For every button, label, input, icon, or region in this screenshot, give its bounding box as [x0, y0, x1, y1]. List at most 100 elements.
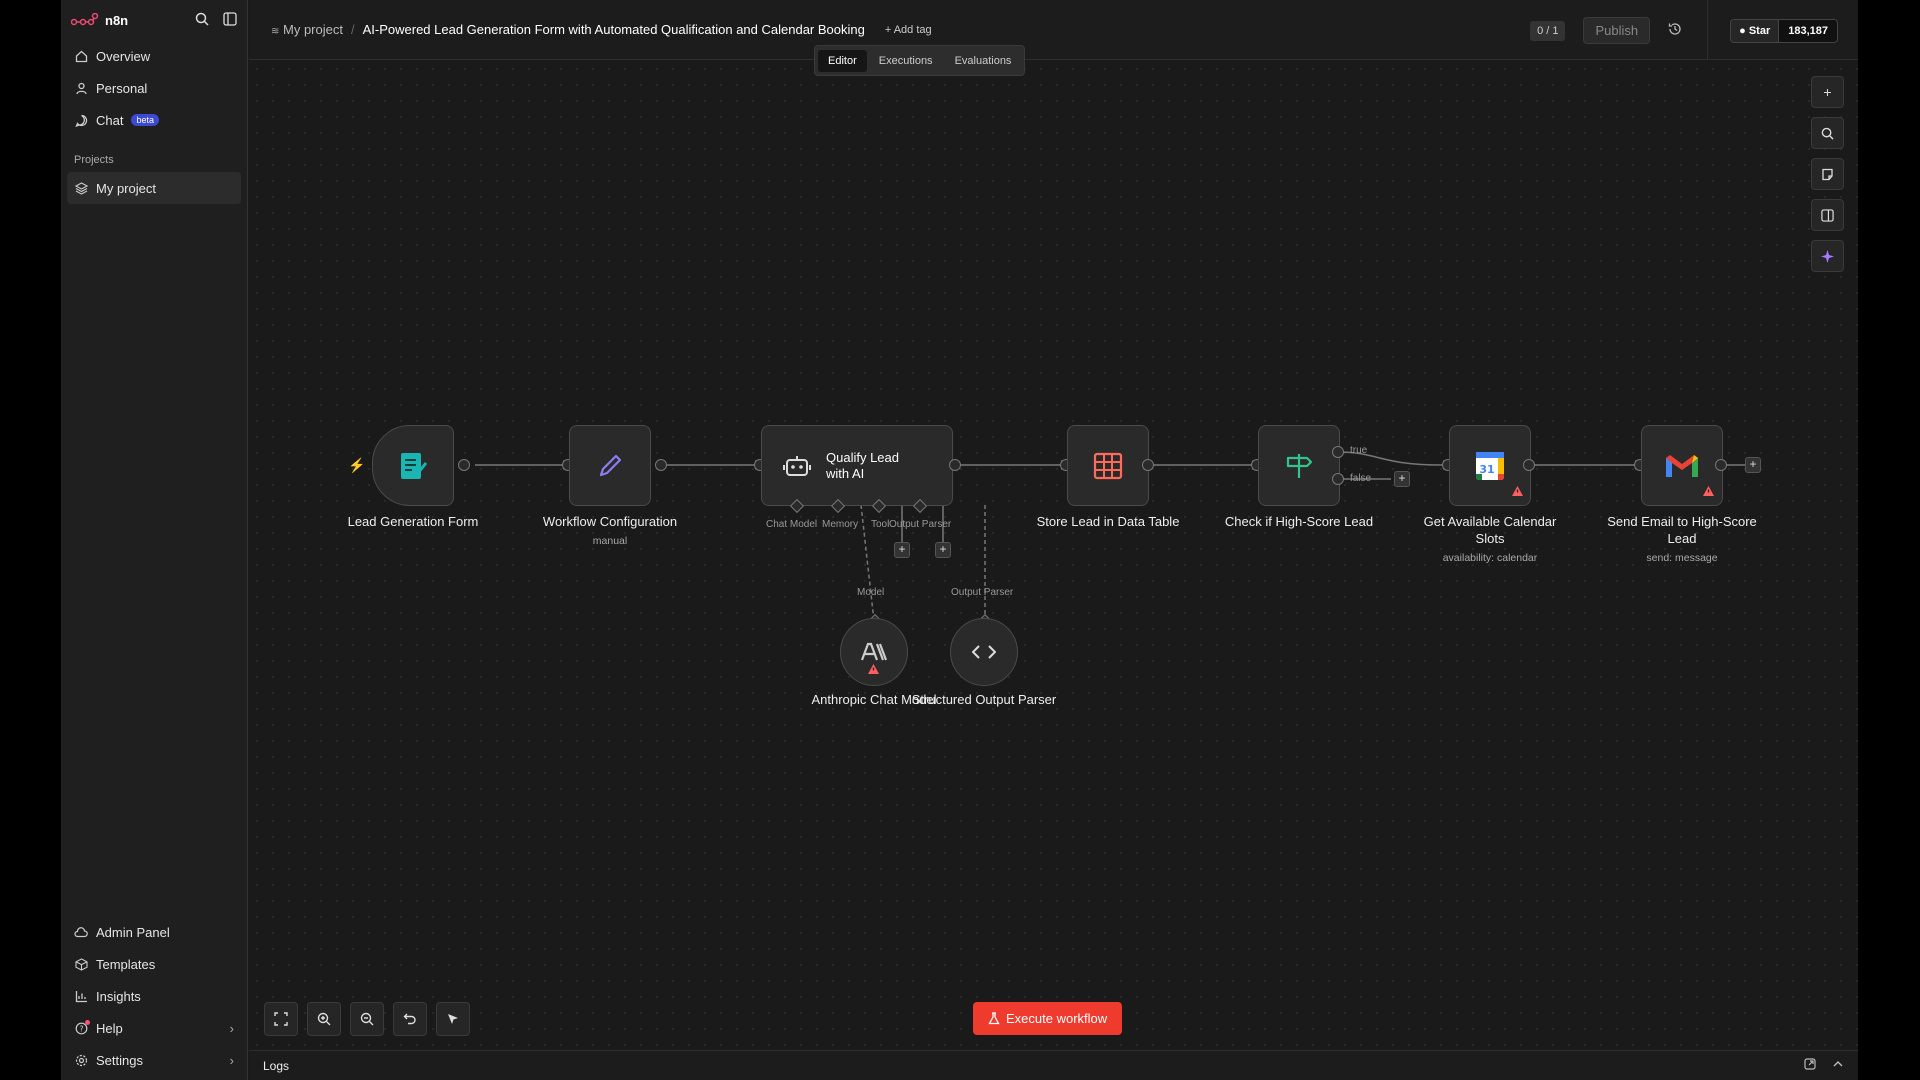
canvas-bottom-toolbar [264, 1002, 470, 1036]
breadcrumb-project[interactable]: ≋ My project [271, 22, 343, 37]
sidebar-item-settings[interactable]: Settings › [61, 1044, 247, 1076]
sidebar-item-chat[interactable]: Chat beta [61, 104, 247, 136]
logs-actions [1804, 1058, 1844, 1073]
tab-evaluations[interactable]: Evaluations [945, 50, 1022, 72]
breadcrumb: ≋ My project / AI-Powered Lead Generatio… [271, 22, 932, 37]
output-port[interactable] [1523, 459, 1535, 471]
sidebar-item-label: Personal [96, 80, 148, 96]
chat-bubble-icon [74, 113, 88, 127]
cloud-icon [74, 925, 88, 939]
sidebar-item-admin-panel[interactable]: Admin Panel [61, 916, 247, 948]
port-label-memory: Memory [822, 519, 859, 530]
panel-toggle-icon[interactable] [1811, 199, 1844, 231]
node-store-lead-in-data-table[interactable] [1067, 425, 1149, 506]
sidebar-item-label: My project [96, 180, 156, 196]
box-icon [74, 957, 88, 971]
zoom-out-icon[interactable] [350, 1002, 384, 1036]
home-icon [74, 49, 88, 63]
logo-text: n8n [105, 12, 129, 28]
n8n-logo[interactable]: n8n [71, 13, 128, 28]
pointer-mode-icon[interactable] [436, 1002, 470, 1036]
warning-icon [1511, 484, 1524, 502]
output-port[interactable] [1715, 459, 1727, 471]
user-icon [74, 81, 88, 95]
connection-label-model: Model [857, 587, 885, 598]
output-port[interactable] [949, 459, 961, 471]
node-label: Structured Output Parser [911, 692, 1057, 707]
sidebar-item-my-project[interactable]: My project [67, 172, 241, 204]
sidebar-item-insights[interactable]: Insights [61, 980, 247, 1012]
publish-button[interactable]: Publish [1583, 17, 1651, 44]
popout-icon[interactable] [1804, 1058, 1816, 1073]
n8n-logo-icon [71, 13, 99, 26]
sidebar-item-label: Admin Panel [96, 924, 170, 940]
sidebar-item-help[interactable]: ? Help › [61, 1012, 247, 1044]
search-icon[interactable] [195, 12, 209, 29]
node-check-if-high-score-lead[interactable] [1258, 425, 1340, 506]
collapse-sidebar-icon[interactable] [223, 11, 237, 29]
output-port[interactable] [1142, 459, 1154, 471]
undo-icon[interactable] [393, 1002, 427, 1036]
chevron-up-icon[interactable] [1832, 1058, 1844, 1073]
node-lead-generation-form[interactable] [372, 425, 454, 506]
execute-workflow-label: Execute workflow [1006, 1011, 1108, 1026]
output-port[interactable] [458, 459, 470, 471]
github-icon: ● [1739, 24, 1746, 37]
output-port[interactable] [655, 459, 667, 471]
add-false-branch-button[interactable]: + [1394, 471, 1410, 487]
branch-label-true: true [1350, 445, 1368, 456]
canvas-right-toolbar: + [1811, 76, 1844, 272]
editor-tabs: Editor Executions Evaluations [814, 45, 1026, 76]
node-structured-output-parser[interactable] [950, 618, 1018, 686]
output-port-true[interactable] [1332, 446, 1344, 458]
tab-executions[interactable]: Executions [869, 50, 943, 72]
workflow-canvas[interactable]: ⚡ Lead Generation Form Workflow Configur… [249, 61, 1858, 1050]
projects-section-label: Projects [74, 154, 114, 166]
output-port-false[interactable] [1332, 473, 1344, 485]
search-icon[interactable] [1811, 117, 1844, 149]
chevron-right-icon: › [229, 1020, 234, 1036]
node-label: Lead Generation Form [347, 514, 479, 529]
svg-text:31: 31 [1479, 463, 1494, 476]
sidebar-item-label: Templates [96, 956, 156, 972]
active-counter: 0 / 1 [1530, 20, 1566, 41]
port-label-tool: Tool [871, 519, 890, 530]
sidebar-item-overview[interactable]: Overview [61, 40, 247, 72]
node-workflow-configuration[interactable] [569, 425, 651, 506]
breadcrumb-project-label: My project [283, 22, 343, 37]
history-icon[interactable] [1668, 22, 1682, 39]
sticky-note-icon[interactable] [1811, 158, 1844, 190]
sidebar-item-personal[interactable]: Personal [61, 72, 247, 104]
header-actions: 0 / 1 Publish ● Star 183,187 [1530, 17, 1838, 44]
sidebar-item-templates[interactable]: Templates [61, 948, 247, 980]
sidebar-bottom: Admin Panel Templates Insights ? Help › [61, 916, 247, 1076]
workflow-title[interactable]: AI-Powered Lead Generation Form with Aut… [363, 22, 865, 37]
add-tag-button[interactable]: + Add tag [885, 24, 932, 36]
tab-editor[interactable]: Editor [818, 49, 867, 72]
branch-label-false: false [1350, 473, 1372, 484]
fit-view-icon[interactable] [264, 1002, 298, 1036]
zoom-in-icon[interactable] [307, 1002, 341, 1036]
sidebar-item-label: Settings [96, 1052, 143, 1068]
header: ≋ My project / AI-Powered Lead Generatio… [249, 0, 1858, 60]
execute-workflow-button[interactable]: Execute workflow [973, 1002, 1123, 1035]
sidebar-item-label: Chat [96, 112, 124, 128]
add-node-icon[interactable]: + [1811, 76, 1844, 108]
google-calendar-icon: 31 [1476, 451, 1504, 480]
node-label: Workflow Configuration [542, 514, 678, 529]
github-star-label: Star [1748, 24, 1771, 37]
sidebar: n8n Overview Personal Chat beta Projects… [61, 0, 248, 1080]
add-next-node-button[interactable]: + [1745, 457, 1761, 473]
add-tool-button[interactable]: + [935, 542, 951, 558]
robot-icon [783, 455, 811, 476]
sidebar-item-label: Overview [96, 48, 151, 64]
logs-panel-bar[interactable]: Logs [249, 1050, 1858, 1080]
node-qualify-lead-with-ai[interactable]: Qualify Lead with AI [761, 425, 953, 506]
github-star: ● Star [1731, 19, 1779, 42]
port-label-chat-model: Chat Model [766, 519, 818, 530]
github-star-button[interactable]: ● Star 183,187 [1730, 18, 1838, 43]
ai-sparkle-icon[interactable] [1811, 240, 1844, 272]
beta-badge: beta [131, 114, 159, 126]
anthropic-icon [861, 642, 887, 661]
add-memory-button[interactable]: + [894, 542, 910, 558]
